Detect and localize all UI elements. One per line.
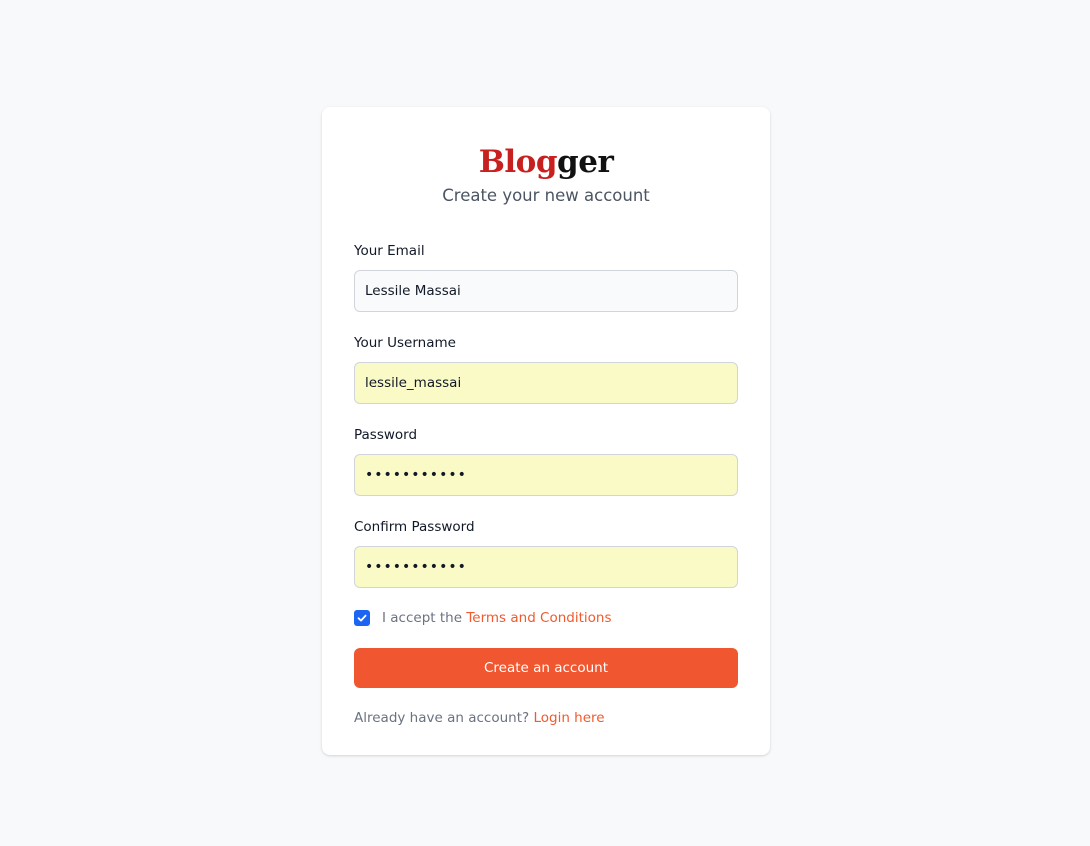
login-prompt: Already have an account? Login here [354,708,738,728]
brand-logo-part1: Blog [478,144,558,180]
brand-logo-part2: ger [557,144,614,180]
password-label: Password [354,427,418,443]
username-field[interactable] [354,362,738,404]
confirm-password-label: Confirm Password [354,519,475,535]
email-label: Your Email [354,243,425,259]
signup-form: Your Email Your Username Password Confir… [354,241,738,728]
confirm-password-field-group: Confirm Password [354,517,738,588]
terms-row: I accept the Terms and Conditions [354,608,738,628]
password-field-group: Password [354,425,738,496]
signup-card: Blogger Create your new account Your Ema… [322,107,770,755]
terms-text: I accept the Terms and Conditions [382,610,612,626]
terms-link[interactable]: Terms and Conditions [466,610,611,626]
confirm-password-field[interactable] [354,546,738,588]
terms-checkbox[interactable] [354,610,370,626]
terms-prefix: I accept the [382,610,463,626]
create-account-button[interactable]: Create an account [354,648,738,688]
login-prompt-text: Already have an account? [354,710,530,726]
check-icon [357,614,367,622]
password-field[interactable] [354,454,738,496]
email-field-group: Your Email [354,241,738,312]
email-field[interactable] [354,270,738,312]
username-field-group: Your Username [354,333,738,404]
page-subtitle: Create your new account [442,186,650,205]
login-link[interactable]: Login here [533,710,604,726]
username-label: Your Username [354,335,456,351]
brand-logo: Blogger [354,142,738,182]
